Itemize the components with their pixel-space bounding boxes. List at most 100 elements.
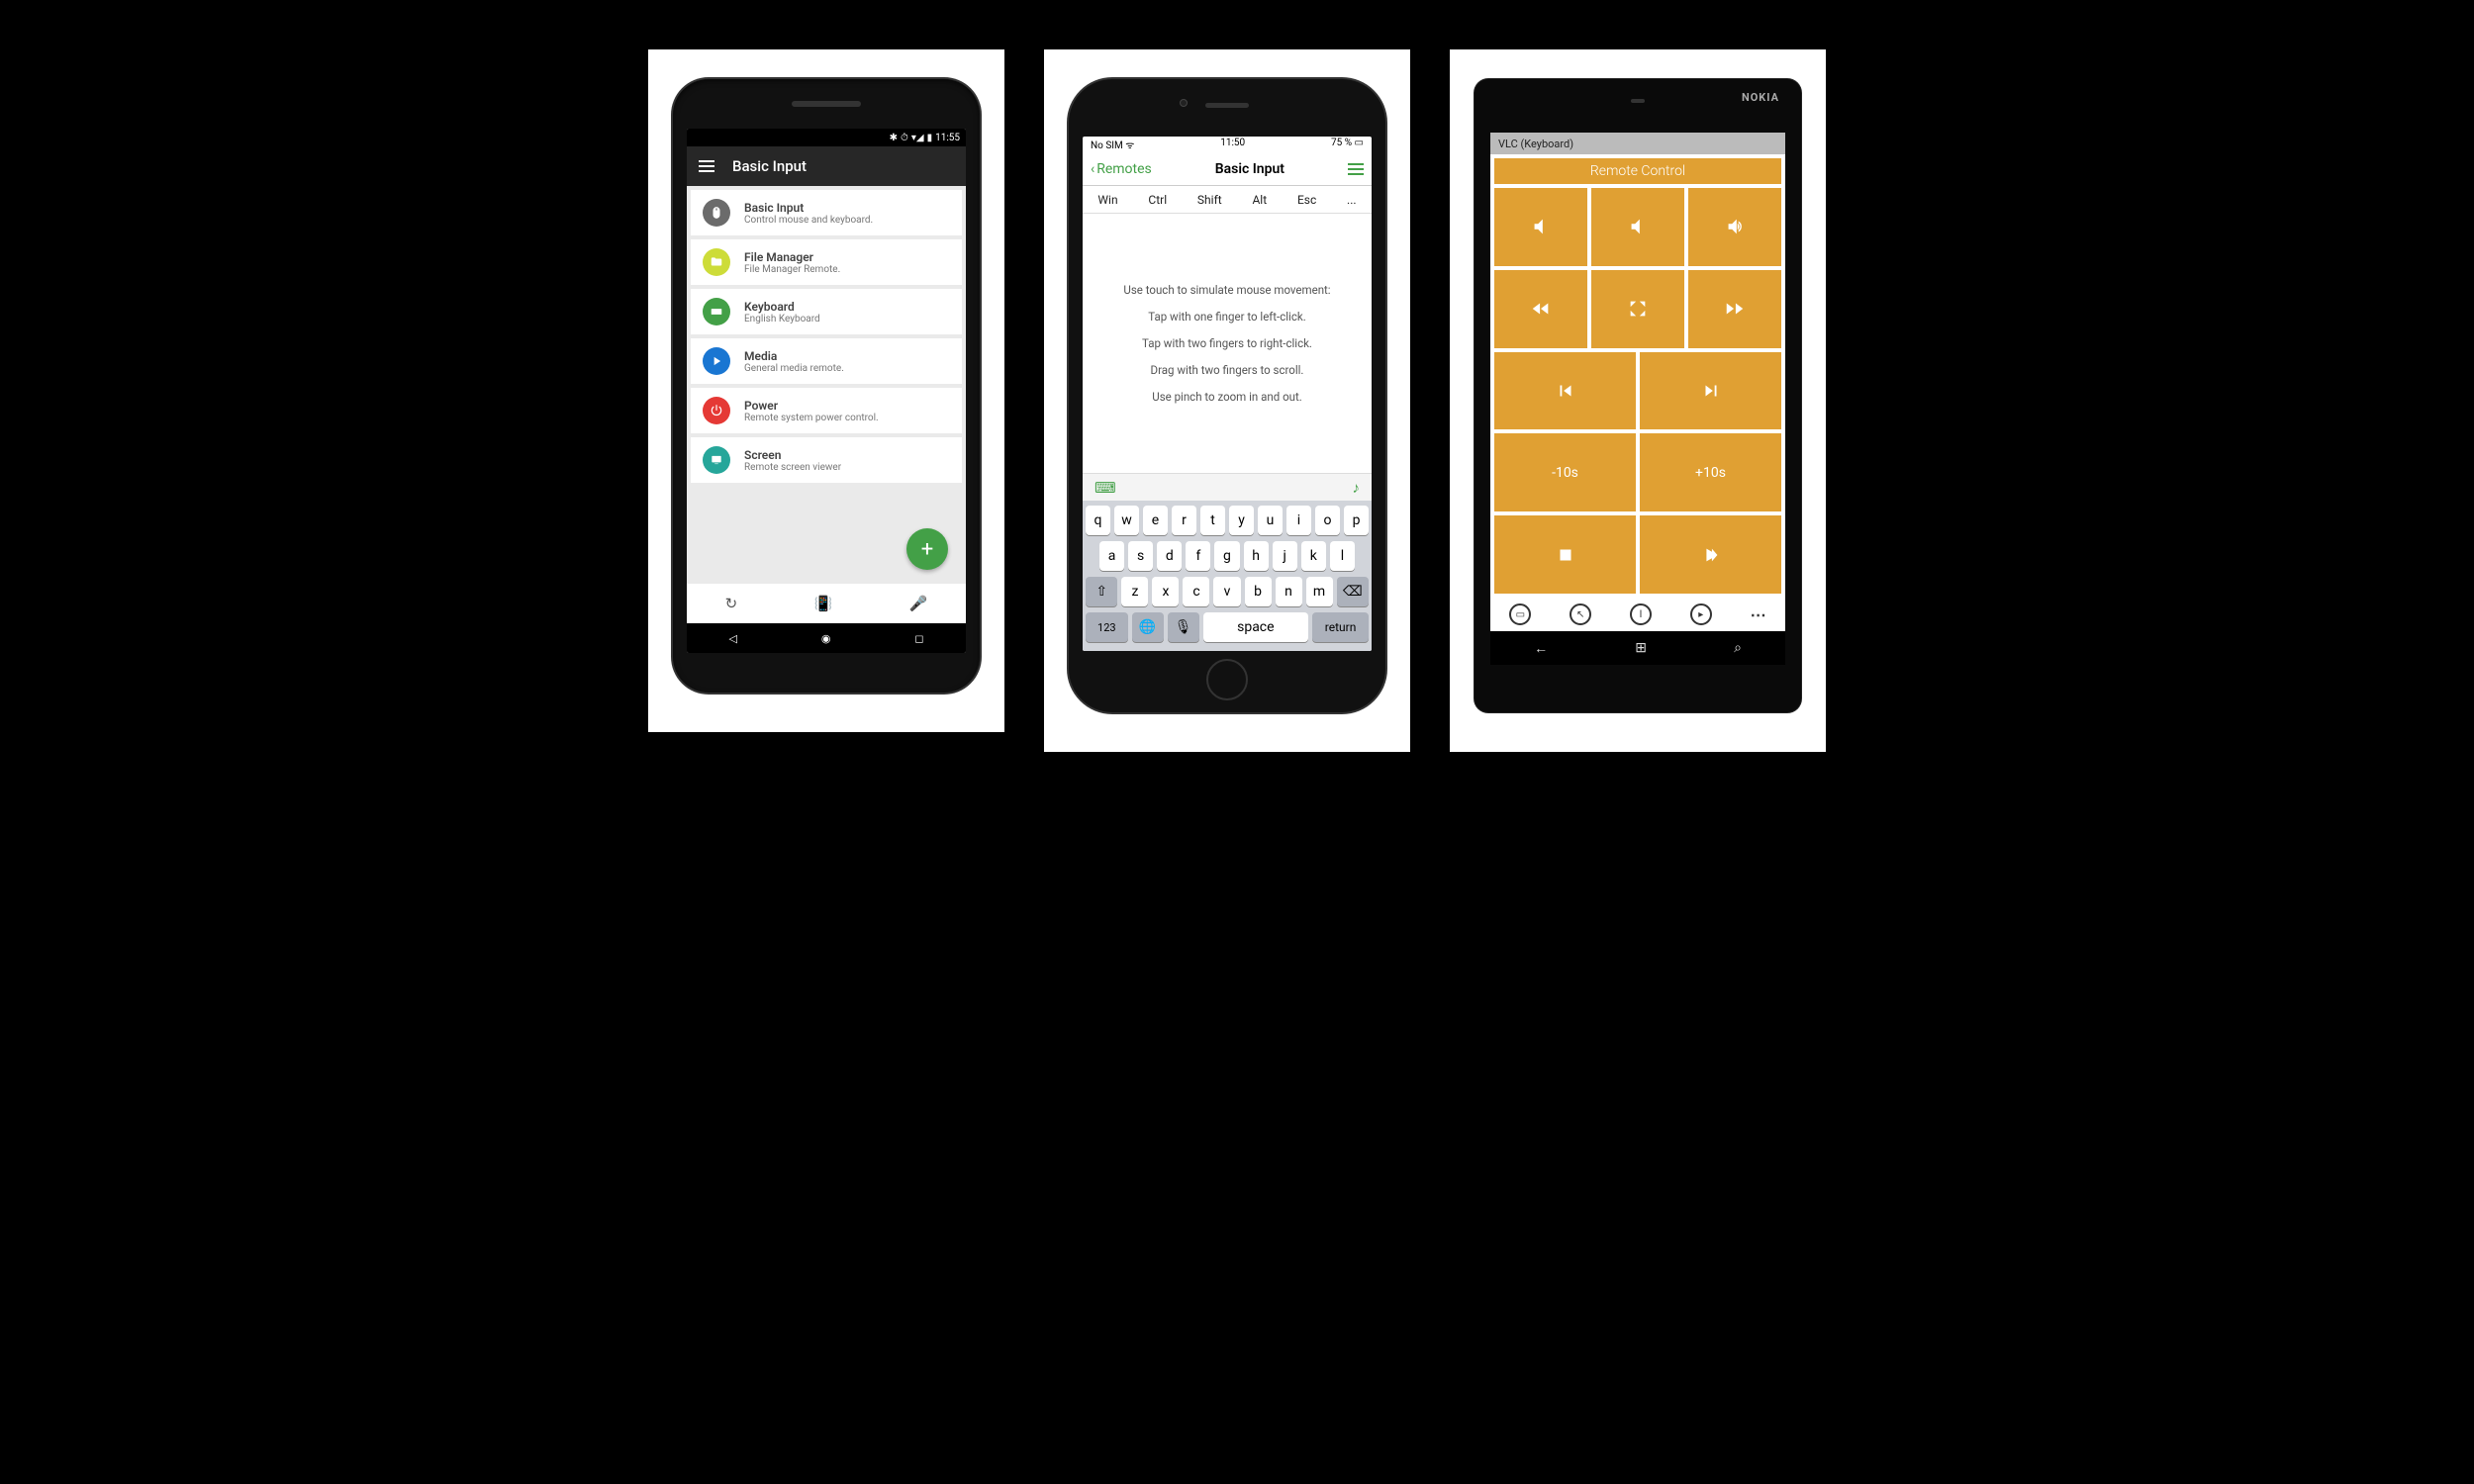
mod-key[interactable]: Win: [1097, 193, 1117, 207]
key[interactable]: a: [1099, 541, 1124, 571]
item-title: Basic Input: [744, 201, 873, 215]
previous-button[interactable]: [1494, 352, 1636, 430]
key[interactable]: w: [1114, 506, 1139, 535]
key[interactable]: f: [1186, 541, 1210, 571]
play-circle-icon[interactable]: ▸: [1690, 603, 1712, 625]
hamburger-menu-icon[interactable]: [699, 160, 714, 172]
android-status-bar: ✱ ⏱ ▾◢ ▮ 11:55: [687, 129, 966, 146]
mod-key[interactable]: Ctrl: [1148, 193, 1167, 207]
windows-panel: NOKIA VLC (Keyboard) Remote Control -10s…: [1450, 49, 1826, 752]
key[interactable]: g: [1214, 541, 1239, 571]
input-toolbar: ⌨ ♪: [1083, 473, 1372, 501]
key[interactable]: o: [1315, 506, 1340, 535]
touchpad-area[interactable]: Use touch to simulate mouse movement: Ta…: [1083, 214, 1372, 473]
mouse-icon: [703, 199, 730, 227]
return-key[interactable]: return: [1312, 612, 1369, 642]
item-sub: File Manager Remote.: [744, 264, 840, 275]
key[interactable]: e: [1143, 506, 1168, 535]
cursor-icon[interactable]: ↖: [1570, 603, 1591, 625]
key[interactable]: u: [1258, 506, 1283, 535]
more-icon[interactable]: ⋯: [1751, 605, 1766, 624]
monitor-icon[interactable]: ▭: [1509, 603, 1531, 625]
rewind-button[interactable]: [1494, 270, 1587, 348]
key[interactable]: b: [1245, 577, 1272, 606]
key[interactable]: l: [1330, 541, 1355, 571]
mod-key-more[interactable]: ...: [1347, 193, 1357, 207]
key[interactable]: z: [1121, 577, 1148, 606]
backspace-key[interactable]: ⌫: [1337, 577, 1369, 606]
hint-text: Tap with one finger to left-click.: [1148, 310, 1305, 324]
key[interactable]: i: [1286, 506, 1311, 535]
key[interactable]: c: [1183, 577, 1209, 606]
camera: [1180, 99, 1188, 107]
keyboard-toggle-icon[interactable]: ⌨: [1094, 479, 1116, 497]
status-time: 11:50: [1220, 138, 1245, 151]
globe-key[interactable]: 🌐: [1132, 612, 1164, 642]
key[interactable]: d: [1157, 541, 1182, 571]
mic-icon[interactable]: 🎤: [909, 595, 928, 612]
menu-icon[interactable]: [1348, 163, 1364, 175]
key[interactable]: s: [1128, 541, 1153, 571]
key[interactable]: v: [1213, 577, 1240, 606]
nav-home-icon[interactable]: ◉: [821, 632, 831, 645]
nav-search-icon[interactable]: ⌕: [1734, 640, 1742, 656]
key[interactable]: x: [1152, 577, 1179, 606]
key[interactable]: k: [1301, 541, 1326, 571]
key[interactable]: q: [1086, 506, 1110, 535]
text-icon[interactable]: I: [1630, 603, 1652, 625]
play-button[interactable]: [1640, 515, 1781, 594]
nav-back-icon[interactable]: ←: [1534, 640, 1548, 657]
list-item[interactable]: Basic InputControl mouse and keyboard.: [691, 190, 962, 235]
nav-recent-icon[interactable]: ◻: [914, 632, 923, 645]
volume-down-button[interactable]: [1494, 188, 1587, 266]
bluetooth-icon: ✱: [890, 133, 898, 143]
hint-text: Tap with two fingers to right-click.: [1142, 336, 1312, 350]
mod-key[interactable]: Shift: [1197, 193, 1222, 207]
music-note-icon[interactable]: ♪: [1353, 479, 1361, 497]
vibrate-icon[interactable]: 📳: [814, 595, 833, 612]
add-fab-button[interactable]: +: [906, 528, 948, 570]
mod-key[interactable]: Esc: [1297, 193, 1316, 207]
mute-button[interactable]: [1591, 188, 1684, 266]
alarm-icon: ⏱: [901, 133, 908, 143]
stop-button[interactable]: [1494, 515, 1636, 594]
shift-key[interactable]: ⇧: [1086, 577, 1117, 606]
header-bar: VLC (Keyboard): [1490, 133, 1785, 154]
forward-button[interactable]: [1688, 270, 1781, 348]
key[interactable]: t: [1200, 506, 1225, 535]
iphone-frame: No SIM ᯤ 11:50 75 % ▭ ‹Remotes Basic Inp…: [1069, 79, 1385, 712]
list-item[interactable]: ScreenRemote screen viewer: [691, 437, 962, 483]
remote-button-grid: -10s +10s: [1490, 184, 1785, 598]
fullscreen-button[interactable]: [1591, 270, 1684, 348]
screen-icon: [703, 446, 730, 474]
header-label: VLC (Keyboard): [1498, 138, 1573, 150]
item-sub: Control mouse and keyboard.: [744, 215, 873, 226]
key[interactable]: p: [1344, 506, 1369, 535]
list-item[interactable]: MediaGeneral media remote.: [691, 338, 962, 384]
refresh-icon[interactable]: ↻: [725, 595, 738, 612]
space-key[interactable]: space: [1203, 612, 1309, 642]
item-sub: Remote screen viewer: [744, 462, 841, 473]
mod-key[interactable]: Alt: [1252, 193, 1267, 207]
key[interactable]: n: [1276, 577, 1302, 606]
page-title: Basic Input: [1215, 161, 1285, 177]
nav-windows-icon[interactable]: ⊞: [1635, 640, 1647, 656]
key[interactable]: j: [1273, 541, 1297, 571]
list-item[interactable]: PowerRemote system power control.: [691, 388, 962, 433]
mic-key[interactable]: 🎙: [1168, 612, 1199, 642]
list-item[interactable]: File ManagerFile Manager Remote.: [691, 239, 962, 285]
volume-up-button[interactable]: [1688, 188, 1781, 266]
nav-back-icon[interactable]: ◁: [728, 632, 736, 645]
list-item[interactable]: KeyboardEnglish Keyboard: [691, 289, 962, 334]
key[interactable]: m: [1306, 577, 1333, 606]
seek-back-button[interactable]: -10s: [1494, 433, 1636, 511]
key[interactable]: r: [1172, 506, 1196, 535]
num-key[interactable]: 123: [1086, 612, 1128, 642]
key[interactable]: h: [1244, 541, 1269, 571]
next-button[interactable]: [1640, 352, 1781, 430]
key[interactable]: y: [1229, 506, 1254, 535]
seek-forward-button[interactable]: +10s: [1640, 433, 1781, 511]
home-button[interactable]: [1206, 659, 1248, 700]
hint-text: Use pinch to zoom in and out.: [1152, 390, 1302, 404]
back-button[interactable]: ‹Remotes: [1091, 161, 1152, 177]
